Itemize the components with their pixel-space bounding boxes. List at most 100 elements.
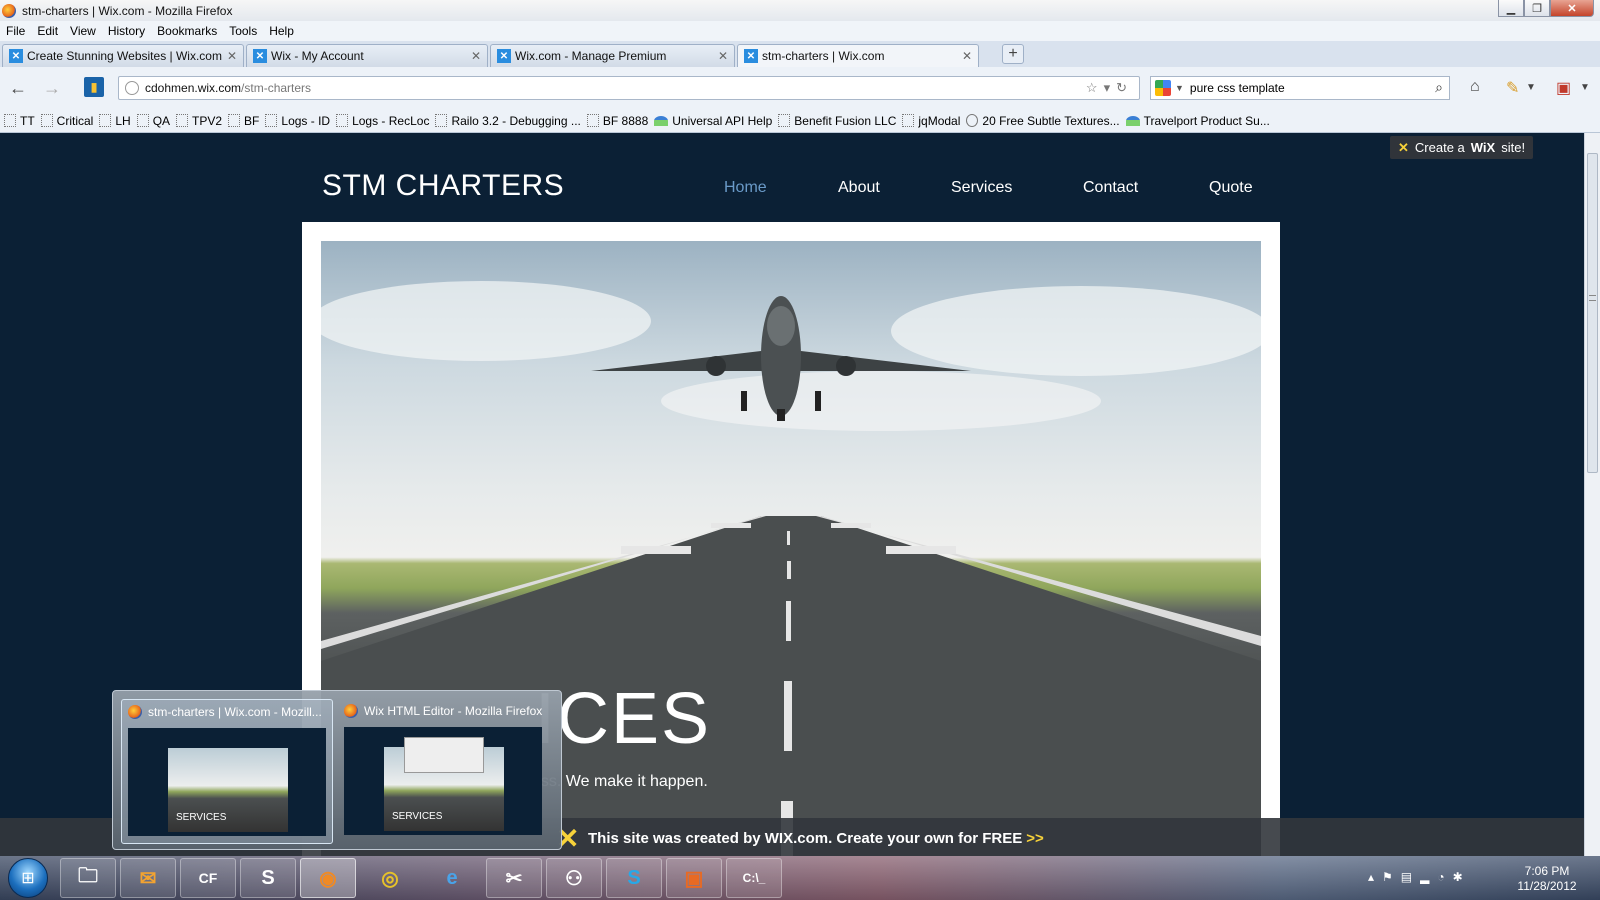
bookmark-label: BF 8888 [602, 113, 649, 128]
window-preview-stm-charters[interactable]: stm-charters | Wix.com - Mozill... SERVI… [121, 699, 333, 844]
wordpress-icon [966, 114, 979, 127]
chrome-icon[interactable]: ◎ [362, 858, 418, 898]
tab-close-icon[interactable]: ✕ [962, 49, 972, 63]
bookmark-label: Travelport Product Su... [1143, 113, 1270, 128]
google-engine-icon[interactable] [1155, 80, 1171, 96]
bookmark-item[interactable]: LH [99, 113, 131, 128]
page-icon [336, 114, 349, 127]
bookmark-star-icon[interactable]: ☆▾↻ [1086, 80, 1133, 96]
start-button-windows-icon[interactable]: ⊞ [8, 858, 48, 898]
outlook-icon[interactable]: ✉ [120, 858, 176, 898]
search-bar[interactable]: ▼ pure css template ⌕ [1150, 76, 1450, 100]
addon-dropdown-icon[interactable]: ▼ [1526, 82, 1536, 93]
create-wix-brand: WiX [1470, 140, 1496, 155]
page-icon [136, 114, 149, 127]
taskbar-clock[interactable]: 7:06 PM 11/28/2012 [1508, 864, 1586, 894]
bookmark-item[interactable]: Logs - ID [265, 114, 330, 128]
bookmark-item[interactable]: Travelport Product Su... [1125, 113, 1270, 128]
analytics-extension-icon[interactable]: ▮ [84, 77, 104, 97]
internet-explorer-icon[interactable]: e [424, 858, 480, 898]
wix-favicon-icon: ✕ [744, 49, 758, 63]
scrollbar-thumb[interactable] [1587, 153, 1598, 473]
preview-thumbnail: SERVICES [344, 727, 542, 835]
wix-footer-text[interactable]: This site was created by WIX.com. Create… [588, 830, 1044, 847]
bookmark-item[interactable]: TPV2 [176, 114, 222, 128]
tab-my-account[interactable]: ✕ Wix - My Account ✕ [246, 44, 488, 67]
new-tab-button[interactable]: + [1002, 44, 1024, 64]
wix-favicon-icon: ✕ [253, 49, 267, 63]
tab-manage-premium[interactable]: ✕ Wix.com - Manage Premium ✕ [490, 44, 735, 67]
engine-dropdown-icon[interactable]: ▼ [1175, 83, 1184, 93]
nav-services[interactable]: Services [951, 179, 1012, 197]
network-icon[interactable]: ⚇ [546, 858, 602, 898]
url-domain: cdohmen.wix.com [145, 81, 242, 95]
menu-bookmarks[interactable]: Bookmarks [157, 24, 217, 38]
page-icon [586, 114, 599, 127]
minimize-icon[interactable]: ▁ [1498, 0, 1524, 17]
addon-icon[interactable]: ✎ [1506, 78, 1519, 98]
bookmark-item[interactable]: BF 8888 [586, 113, 649, 128]
bookmark-item[interactable]: BF [228, 114, 259, 128]
toolbar-dropdown-icon[interactable]: ▼ [1580, 82, 1590, 93]
vertical-scrollbar[interactable] [1584, 133, 1600, 856]
page-icon [228, 114, 241, 127]
menu-file[interactable]: File [6, 24, 25, 38]
tab-close-icon[interactable]: ✕ [718, 49, 728, 63]
firefox-icon [128, 705, 142, 719]
nav-home[interactable]: Home [724, 179, 767, 197]
page-icon [99, 114, 112, 127]
bookmark-item[interactable]: TT [4, 114, 35, 128]
thumbnail-dialog [404, 737, 484, 773]
command-prompt-icon[interactable]: C:\_ [726, 858, 782, 898]
bookmark-item[interactable]: QA [136, 114, 170, 128]
coldfusion-icon[interactable]: CF [180, 858, 236, 898]
forward-arrow-icon[interactable]: → [42, 78, 62, 98]
close-icon[interactable]: ✕ [1550, 0, 1594, 17]
back-arrow-icon[interactable]: ← [8, 78, 28, 98]
bookmark-label: LH [115, 113, 131, 128]
site-identity-icon[interactable] [125, 81, 139, 95]
pdf-addon-icon[interactable]: ▣ [1556, 78, 1571, 98]
firefox-icon [344, 704, 358, 718]
tab-stm-charters[interactable]: ✕ stm-charters | Wix.com ✕ [737, 44, 979, 67]
menu-help[interactable]: Help [269, 24, 294, 38]
bookmark-item[interactable]: Logs - RecLoc [336, 114, 429, 128]
search-input[interactable]: pure css template [1190, 81, 1285, 95]
nav-about[interactable]: About [838, 179, 880, 197]
window-preview-wix-html-editor[interactable]: Wix HTML Editor - Mozilla Firefox SERVIC… [338, 699, 550, 844]
site-title[interactable]: STM CHARTERS [322, 169, 564, 203]
tab-close-icon[interactable]: ✕ [471, 49, 481, 63]
menu-view[interactable]: View [70, 24, 96, 38]
windows-explorer-icon[interactable]: 🗀 [60, 858, 116, 898]
restore-icon[interactable]: ❐ [1524, 0, 1550, 17]
create-wix-site-button[interactable]: ✕ Create a WiX site! [1390, 136, 1534, 159]
tab-create-stunning-websites[interactable]: ✕ Create Stunning Websites | Wix.com ✕ [2, 44, 244, 67]
bookmark-item[interactable]: Universal API Help [654, 114, 772, 128]
nav-quote[interactable]: Quote [1209, 179, 1253, 197]
address-bar[interactable]: cdohmen.wix.com /stm-charters ☆▾↻ [118, 76, 1140, 100]
home-icon[interactable]: ⌂ [1470, 78, 1480, 96]
tab-label: Create Stunning Websites | Wix.com [27, 49, 222, 63]
remote-desktop-icon[interactable]: ▣ [666, 858, 722, 898]
tab-label: Wix - My Account [271, 49, 364, 63]
sublime-icon[interactable]: S [240, 858, 296, 898]
skype-icon[interactable]: S [606, 858, 662, 898]
preview-title: Wix HTML Editor - Mozilla Firefox [364, 704, 543, 718]
bookmark-label: Critical [56, 113, 94, 128]
menu-tools[interactable]: Tools [229, 24, 257, 38]
bookmark-item[interactable]: Critical [40, 113, 94, 128]
menu-edit[interactable]: Edit [37, 24, 58, 38]
wix-favicon-icon: ✕ [497, 49, 511, 63]
tools-icon[interactable]: ✂ [486, 858, 542, 898]
bookmark-item[interactable]: jqModal [902, 114, 960, 128]
bookmark-item[interactable]: 20 Free Subtle Textures... [966, 114, 1120, 128]
firefox-icon[interactable]: ◉ [300, 858, 356, 898]
tab-close-icon[interactable]: ✕ [227, 49, 237, 63]
system-tray[interactable]: ▴⚑▤▂◔✱ [1368, 870, 1471, 884]
bookmark-item[interactable]: Benefit Fusion LLC [778, 114, 896, 128]
bookmark-item[interactable]: Railo 3.2 - Debugging ... [435, 114, 581, 128]
bookmark-label: BF [244, 113, 260, 128]
menu-history[interactable]: History [108, 24, 145, 38]
search-icon[interactable]: ⌕ [1435, 79, 1443, 96]
nav-contact[interactable]: Contact [1083, 179, 1138, 197]
